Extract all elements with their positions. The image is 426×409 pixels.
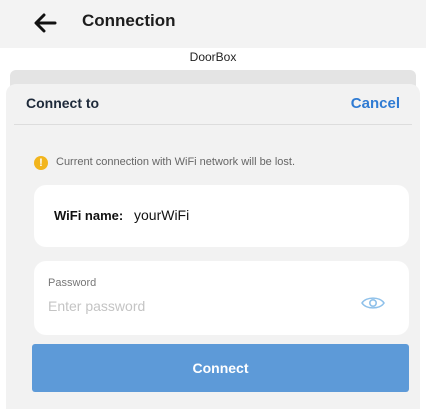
- password-label: Password: [48, 277, 97, 289]
- eye-icon[interactable]: [361, 295, 385, 311]
- back-button[interactable]: [30, 8, 60, 38]
- device-name: DoorBox: [189, 50, 237, 64]
- cancel-button[interactable]: Cancel: [351, 95, 400, 112]
- page-title: Connection: [82, 11, 176, 30]
- top-bar: Connection: [0, 0, 426, 48]
- wifi-name-card: WiFi name: yourWiFi: [34, 185, 409, 247]
- warning-text: Current connection with WiFi network wil…: [56, 156, 296, 168]
- warning-icon: !: [34, 156, 48, 170]
- password-input[interactable]: [46, 294, 350, 318]
- password-card: Password: [34, 261, 409, 335]
- divider: [14, 124, 412, 125]
- sheet-title: Connect to: [26, 95, 100, 111]
- connect-button[interactable]: Connect: [32, 344, 409, 392]
- arrow-left-icon: [34, 13, 57, 33]
- wifi-name-label: WiFi name:: [54, 208, 124, 223]
- wifi-name-value: yourWiFi: [134, 207, 190, 223]
